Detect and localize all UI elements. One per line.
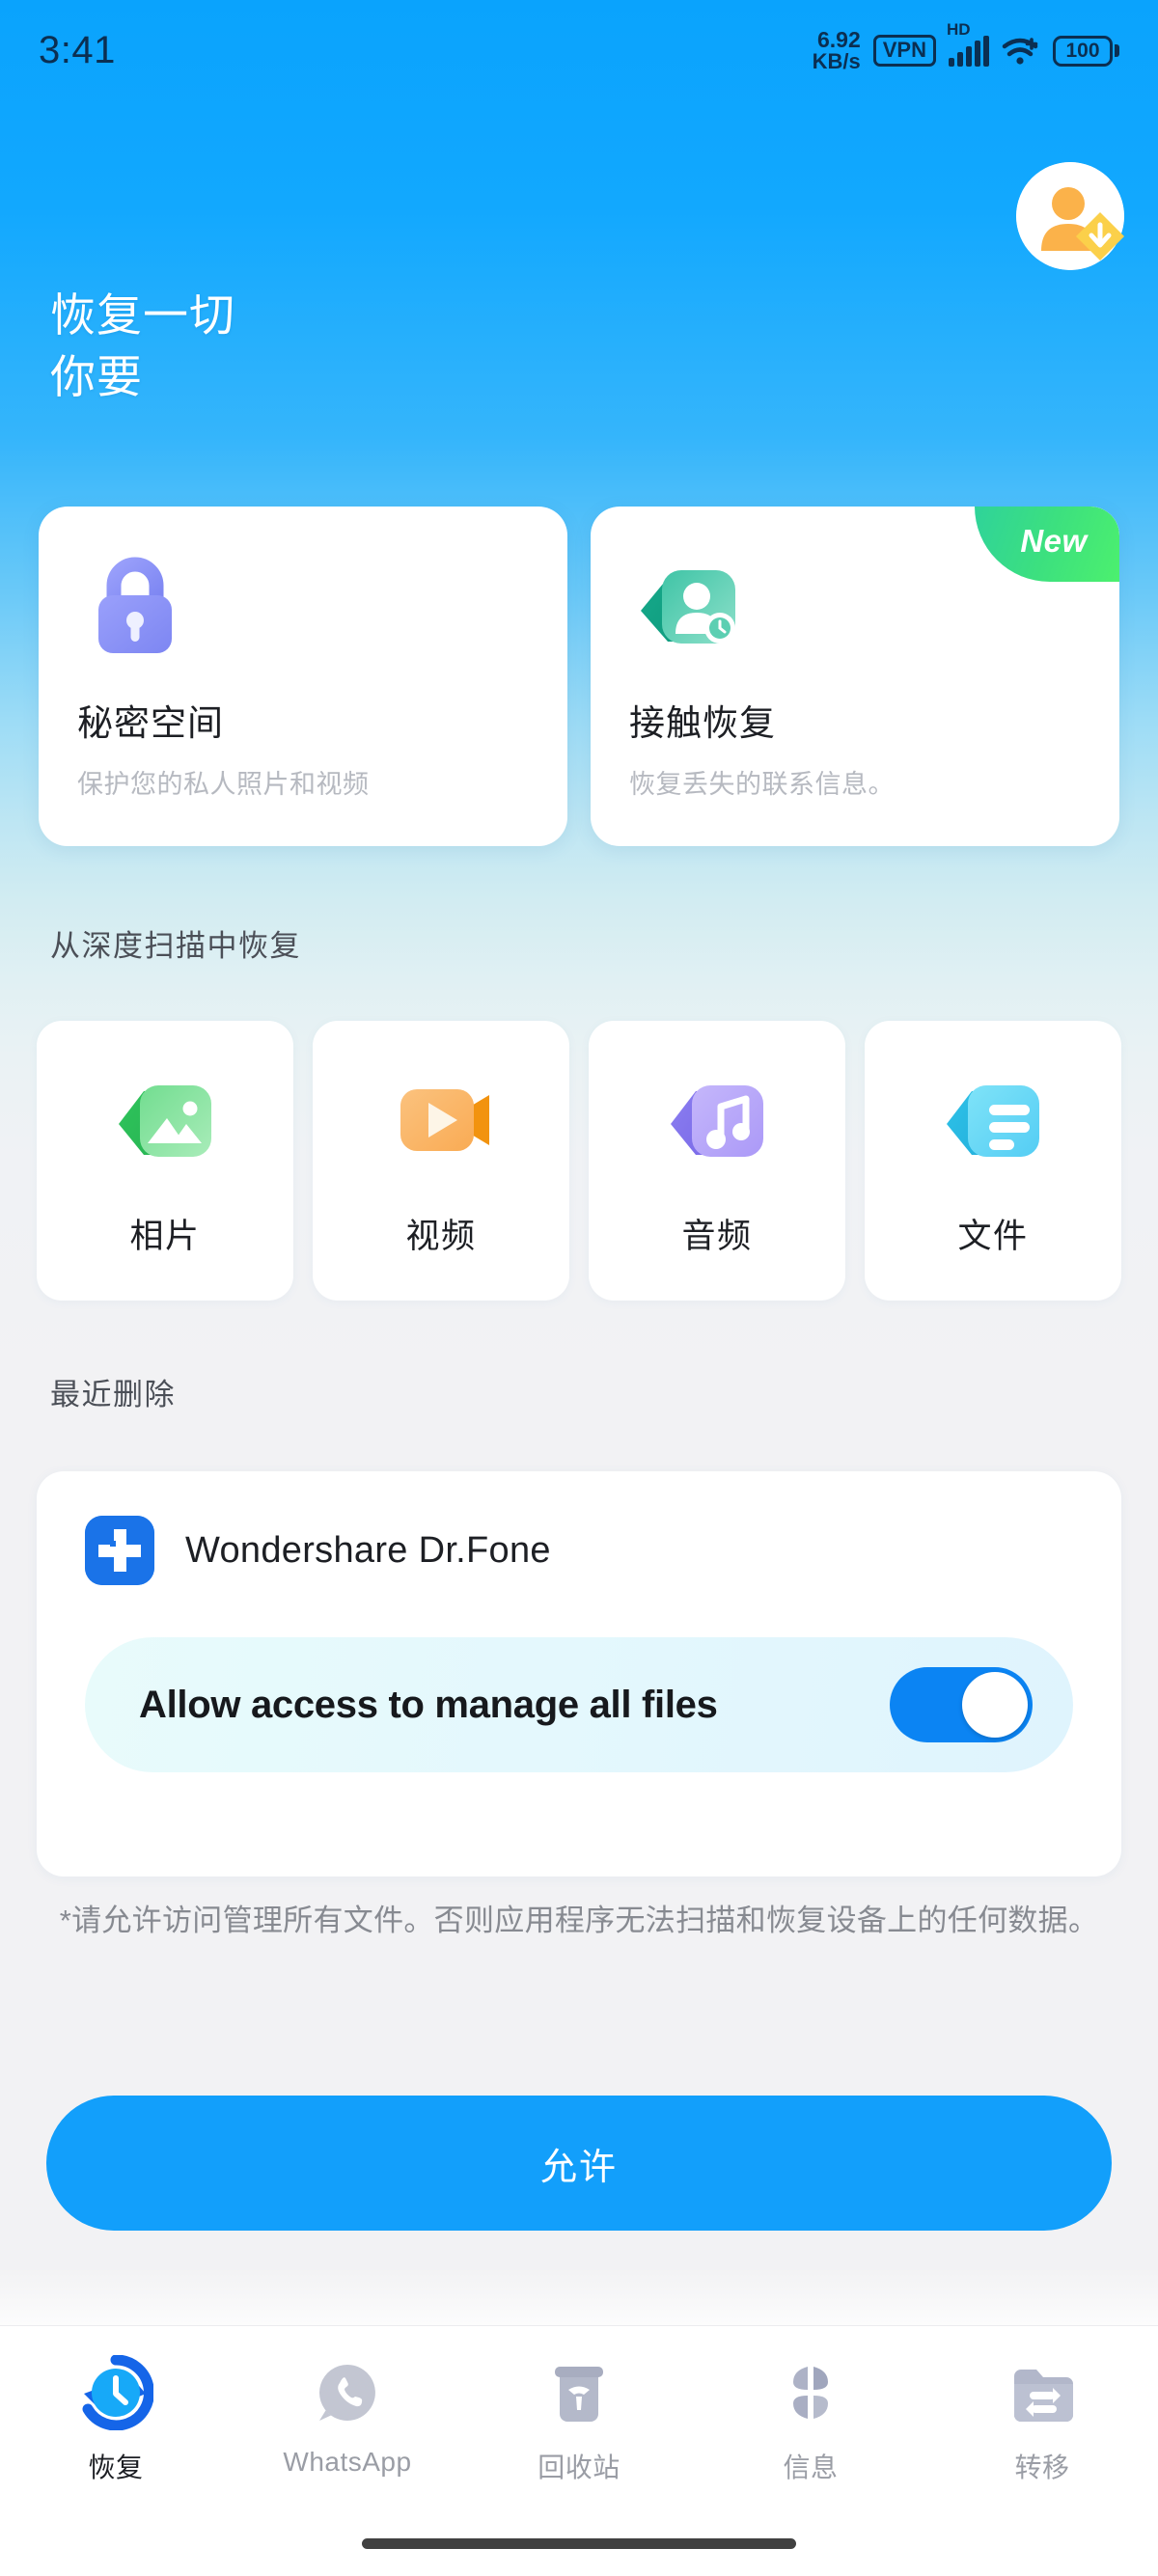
- permission-app-row: Wondershare Dr.Fone: [85, 1516, 1073, 1585]
- messages-flower-icon: [773, 2355, 848, 2430]
- permission-toggle-label: Allow access to manage all files: [139, 1683, 718, 1726]
- section-title-deep-scan: 从深度扫描中恢复: [50, 929, 301, 963]
- feature-card-title: 秘密空间: [77, 703, 224, 743]
- toggle-knob: [962, 1672, 1028, 1738]
- nav-item-label: WhatsApp: [283, 2447, 412, 2477]
- nav-item-label: 恢复: [88, 2453, 144, 2482]
- network-speed-unit: KB/s: [812, 49, 861, 73]
- permission-app-name: Wondershare Dr.Fone: [185, 1529, 551, 1571]
- battery-indicator: 100: [1053, 35, 1119, 67]
- audio-icon: [661, 1064, 773, 1176]
- video-icon: [385, 1064, 497, 1176]
- manage-all-files-toggle[interactable]: [890, 1667, 1033, 1742]
- gesture-home-indicator[interactable]: [362, 2538, 796, 2549]
- quick-item-label: 视频: [405, 1217, 477, 1255]
- nav-item-messages[interactable]: 信息: [695, 2355, 926, 2485]
- permission-card: Wondershare Dr.Fone Allow access to mana…: [37, 1471, 1121, 1877]
- allow-button-label: 允许: [539, 2147, 618, 2188]
- quick-item-label: 音频: [681, 1217, 753, 1255]
- feature-card-subtitle: 保护您的私人照片和视频: [77, 770, 370, 799]
- whatsapp-icon: [310, 2355, 385, 2430]
- section-title-recently-deleted: 最近删除: [50, 1378, 176, 1411]
- nav-item-recycle-bin[interactable]: 回收站: [463, 2355, 695, 2485]
- nav-item-whatsapp[interactable]: WhatsApp: [232, 2355, 463, 2478]
- battery-level: 100: [1065, 40, 1100, 62]
- network-speed-value: 6.92: [816, 27, 861, 52]
- quick-item-label: 文件: [957, 1217, 1029, 1255]
- nav-item-label: 转移: [1014, 2453, 1070, 2482]
- hero-line-2: 你要: [50, 350, 143, 402]
- dr-fone-app-icon: [85, 1516, 154, 1585]
- status-bar: 3:41 6.92 KB/s VPN HD 100: [0, 0, 1158, 101]
- file-icon: [937, 1064, 1049, 1176]
- status-bar-indicators: 6.92 KB/s VPN HD 100: [813, 21, 1119, 72]
- nav-item-label: 回收站: [538, 2453, 620, 2482]
- transfer-folder-icon: [1005, 2355, 1080, 2430]
- feature-card-contact-recovery[interactable]: New 接触恢复 恢复丢失的联系信息。: [591, 507, 1119, 846]
- feature-card-secret-space[interactable]: 秘密空间 保护您的私人照片和视频: [39, 507, 567, 846]
- avatar[interactable]: [1016, 162, 1124, 270]
- nav-item-label: 信息: [783, 2453, 839, 2482]
- signal-bars-glyph: [949, 35, 989, 67]
- hero-line-1: 恢复一切: [50, 289, 235, 341]
- signal-bars-icon: HD: [947, 21, 989, 67]
- photo-icon: [109, 1064, 221, 1176]
- permission-toggle-row[interactable]: Allow access to manage all files: [85, 1637, 1073, 1772]
- new-badge: New: [975, 507, 1119, 582]
- allow-button[interactable]: 允许: [46, 2096, 1112, 2231]
- vpn-badge: VPN: [872, 35, 936, 67]
- lock-icon: [77, 549, 193, 665]
- page-title: 恢复一切 你要: [50, 285, 235, 408]
- wifi-plus-icon: [1002, 36, 1040, 67]
- trash-icon: [541, 2355, 617, 2430]
- feature-card-title: 接触恢复: [629, 703, 776, 743]
- permission-disclaimer: *请允许访问管理所有文件。否则应用程序无法扫描和恢复设备上的任何数据。: [59, 1904, 1099, 1937]
- quick-item-videos[interactable]: 视频: [313, 1021, 569, 1301]
- network-speed-indicator: 6.92 KB/s: [813, 29, 861, 72]
- quick-item-label: 相片: [129, 1217, 201, 1255]
- vip-download-badge-icon[interactable]: [1070, 206, 1130, 266]
- feature-card-subtitle: 恢复丢失的联系信息。: [629, 770, 895, 799]
- nav-item-recovery[interactable]: 恢复: [0, 2354, 232, 2485]
- phone-screen: 3:41 6.92 KB/s VPN HD 100 恢复一切 你要 秘密空间 保…: [0, 0, 1158, 2576]
- status-bar-clock: 3:41: [39, 29, 116, 71]
- nav-item-transfer[interactable]: 转移: [926, 2355, 1158, 2485]
- quick-item-photos[interactable]: 相片: [37, 1021, 293, 1301]
- contact-recovery-icon: [629, 549, 745, 665]
- feature-card-row: 秘密空间 保护您的私人照片和视频 New 接触恢复 恢复丢失的联系信息。: [39, 507, 1119, 846]
- quick-item-files[interactable]: 文件: [865, 1021, 1121, 1301]
- recovery-clock-icon: [78, 2354, 154, 2431]
- hd-label: HD: [947, 19, 971, 39]
- quick-item-audio[interactable]: 音频: [589, 1021, 845, 1301]
- new-badge-label: New: [1020, 523, 1088, 559]
- deep-scan-grid: 相片 视频 音频 文件: [37, 1021, 1121, 1301]
